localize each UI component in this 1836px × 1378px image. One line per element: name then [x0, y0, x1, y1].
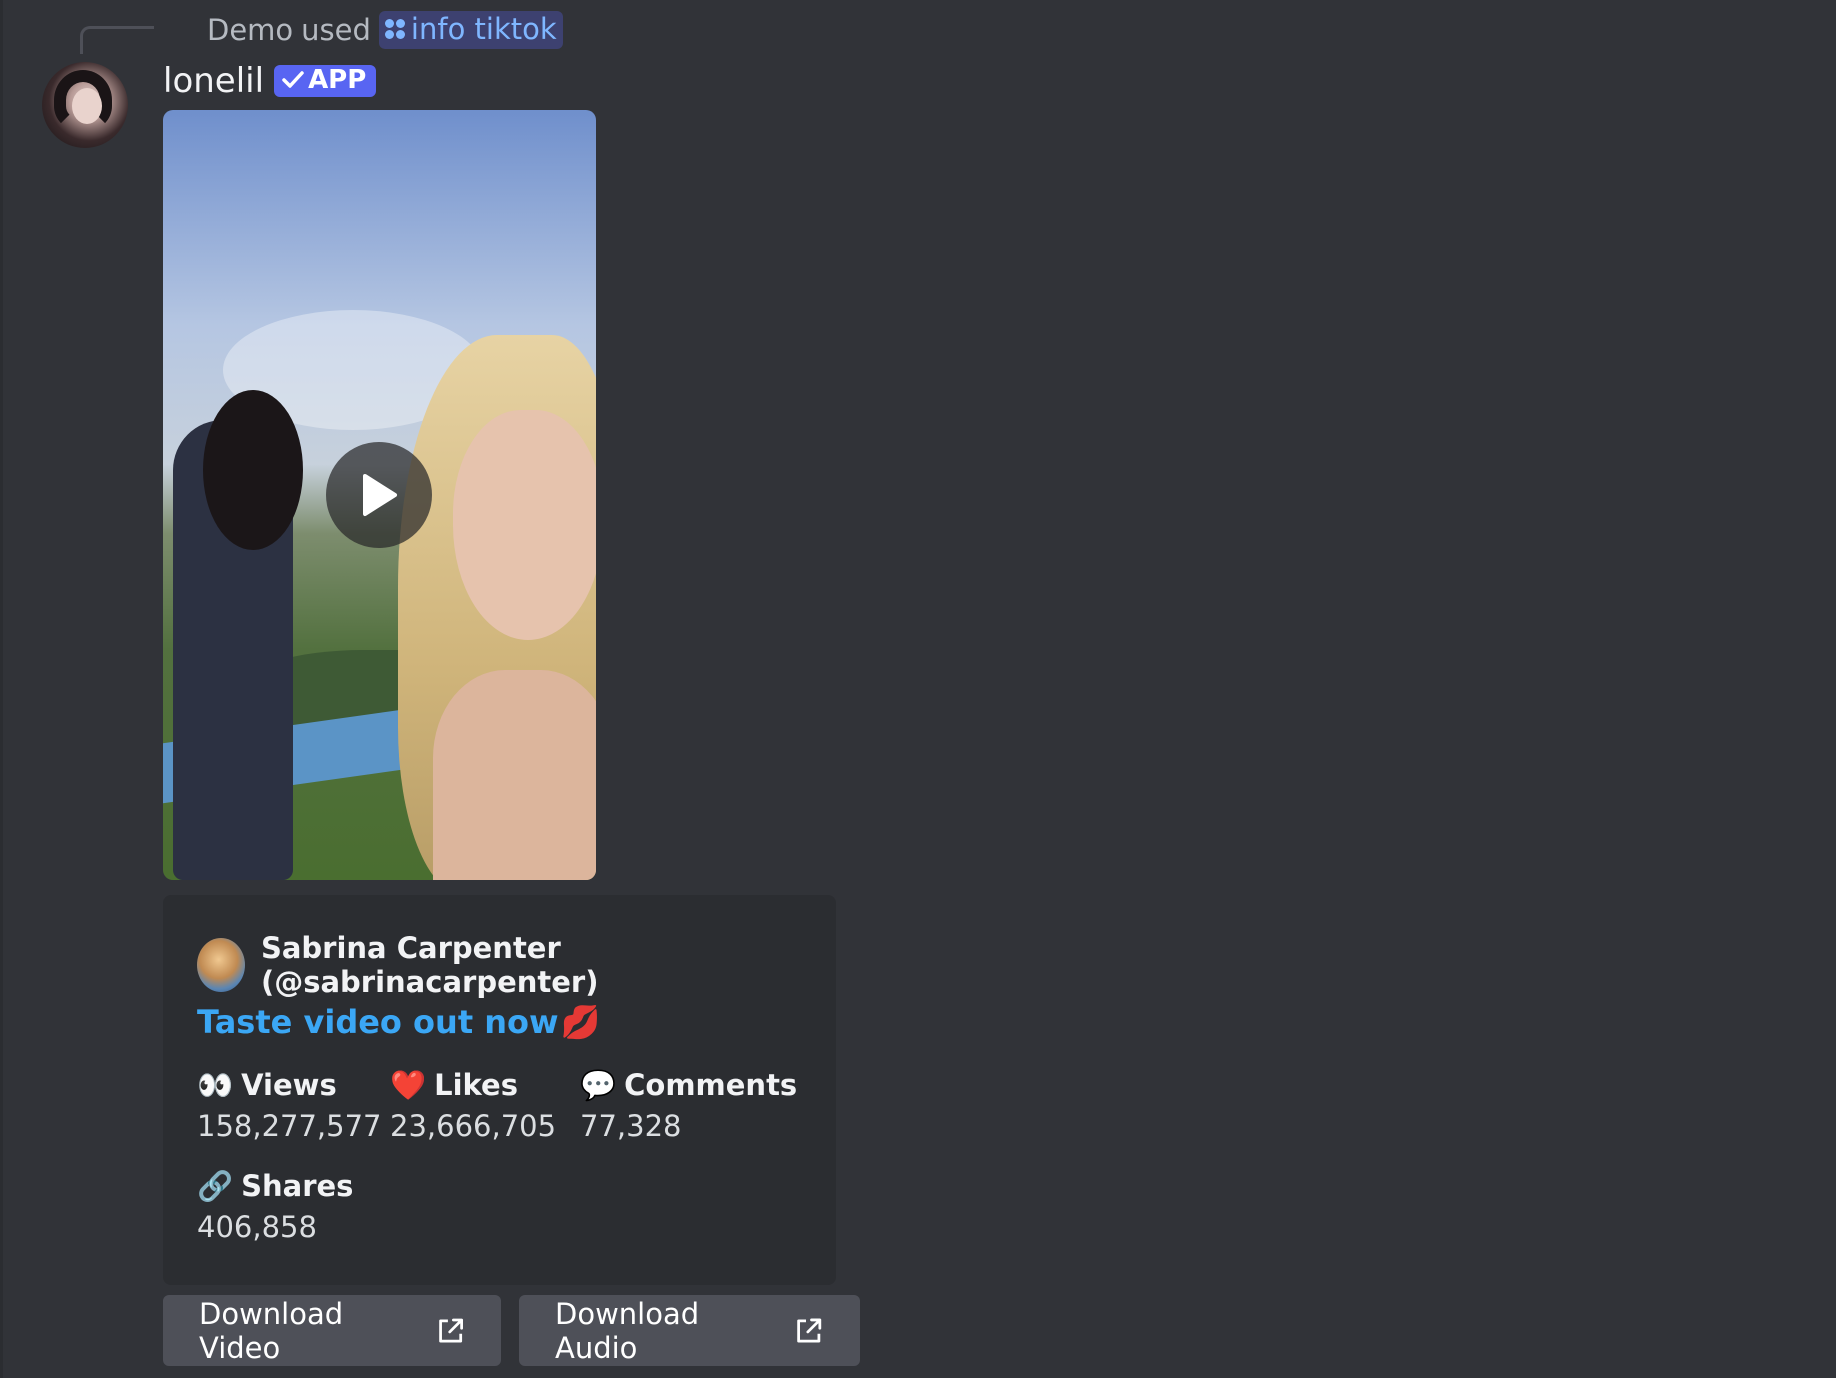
embed-title[interactable]: Taste video out now 💋	[197, 1003, 600, 1041]
embed-author: Sabrina Carpenter (@sabrinacarpenter)	[197, 931, 836, 999]
download-audio-label: Download Audio	[555, 1296, 700, 1365]
external-link-icon	[797, 1318, 822, 1343]
reply-action: used	[301, 13, 371, 47]
external-link-icon	[438, 1318, 463, 1342]
tiktok-embed: Sabrina Carpenter (@sabrinacarpenter) Ta…	[163, 895, 836, 1285]
avatar[interactable]	[42, 62, 128, 148]
embed-title-text: Taste video out now	[197, 1003, 559, 1041]
checkmark-icon	[282, 71, 304, 88]
reply-spine	[80, 26, 154, 54]
author-avatar	[197, 938, 245, 992]
field-shares: 🔗 Shares 406,858	[197, 1166, 354, 1245]
eyes-emoji: 👀	[197, 1067, 234, 1102]
download-video-label: Download Video	[199, 1296, 344, 1365]
kiss-emoji: 💋	[560, 1003, 601, 1041]
link-emoji: 🔗	[197, 1168, 234, 1203]
speech-bubble-emoji: 💬	[580, 1067, 617, 1102]
field-value: 23,666,705	[390, 1109, 557, 1143]
play-button[interactable]	[326, 442, 432, 548]
field-views: 👀 Views 158,277,577	[197, 1065, 382, 1144]
username[interactable]: lonelil	[163, 61, 264, 101]
slash-command-icon	[384, 19, 405, 39]
field-name: Comments	[624, 1068, 798, 1102]
download-audio-button[interactable]: Download Audio	[519, 1295, 860, 1366]
reply-context[interactable]: Demo used info tiktok	[207, 10, 563, 50]
action-buttons: Download Video Download Audio	[163, 1295, 860, 1366]
field-value: 158,277,577	[197, 1109, 382, 1143]
field-likes: ❤️ Likes 23,666,705	[390, 1065, 557, 1144]
field-comments: 💬 Comments 77,328	[580, 1065, 798, 1144]
field-name: Shares	[241, 1169, 354, 1203]
video-thumbnail[interactable]	[163, 110, 596, 880]
play-icon	[363, 474, 397, 516]
reply-user[interactable]: Demo	[207, 13, 293, 47]
app-badge: APP	[274, 65, 377, 97]
author-name: Sabrina Carpenter (@sabrinacarpenter)	[260, 931, 599, 999]
message-header: lonelil APP	[163, 60, 377, 102]
field-value: 77,328	[580, 1109, 682, 1143]
channel-left-border	[0, 0, 3, 1378]
command-mention[interactable]: info tiktok	[378, 11, 563, 49]
app-badge-label: APP	[308, 65, 367, 95]
field-name: Likes	[434, 1068, 518, 1102]
download-video-button[interactable]: Download Video	[163, 1295, 501, 1366]
field-name: Views	[241, 1068, 337, 1102]
field-value: 406,858	[197, 1210, 317, 1244]
heart-emoji: ❤️	[390, 1067, 427, 1102]
command-name: info tiktok	[410, 12, 557, 46]
